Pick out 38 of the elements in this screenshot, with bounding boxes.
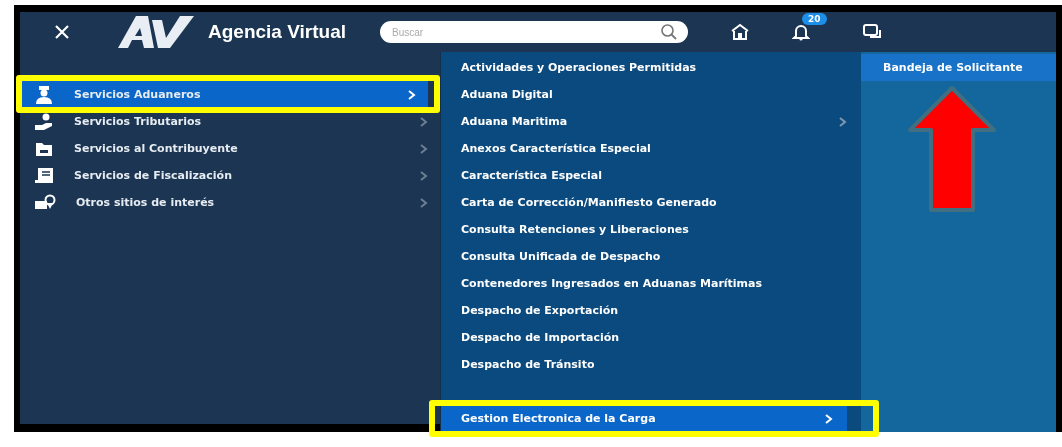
chevron-icon — [420, 143, 428, 154]
officer-icon — [34, 85, 54, 104]
submenu-item[interactable]: Aduana Maritima — [441, 108, 861, 135]
brand-title: Agencia Virtual — [208, 21, 346, 43]
submenu-item[interactable]: Consulta Unificada de Despacho — [441, 243, 861, 270]
close-icon[interactable] — [54, 24, 70, 40]
chevron-icon — [839, 116, 847, 127]
chevron-icon — [825, 413, 833, 424]
submenu-item[interactable]: Actividades y Operaciones Permitidas — [441, 54, 861, 81]
menu-item[interactable]: Servicios Tributarios — [20, 108, 440, 135]
submenu-item[interactable]: Consulta Retenciones y Liberaciones — [441, 216, 861, 243]
menu-item[interactable]: Otros sitios de interés — [20, 189, 440, 216]
chevron-icon — [420, 170, 428, 181]
chevron-icon — [408, 89, 416, 100]
submenu-item[interactable]: Bandeja de Solicitante — [861, 54, 1056, 81]
submenu-item[interactable]: Despacho de Tránsito — [441, 351, 861, 378]
logo-icon — [118, 16, 194, 48]
menu-item[interactable]: Servicios de Fiscalización — [20, 162, 440, 189]
menu-item[interactable]: Servicios al Contribuyente — [20, 135, 440, 162]
submenu-item[interactable]: Contenedores Ingresados en Aduanas Marítimas — [441, 270, 861, 297]
menu-item[interactable]: Servicios Aduaneros — [20, 81, 428, 108]
chat-icon[interactable] — [862, 23, 884, 41]
notification-badge: 20 — [802, 13, 827, 25]
search-field[interactable]: Buscar — [380, 21, 688, 43]
bell-icon[interactable] — [792, 23, 810, 41]
desk-icon — [34, 166, 54, 185]
chevron-icon — [420, 116, 428, 127]
submenu-item[interactable]: Carta de Corrección/Manifiesto Generado — [441, 189, 861, 216]
submenu-item[interactable]: Despacho de Importación — [441, 324, 861, 351]
home-icon[interactable] — [730, 23, 750, 41]
submenu-item[interactable]: Característica Especial — [441, 162, 861, 189]
submenu-item[interactable]: Despacho de Exportación — [441, 297, 861, 324]
submenu-item[interactable]: Aduana Digital — [441, 81, 861, 108]
chevron-icon — [420, 197, 428, 208]
submenu-item[interactable]: Anexos Característica Especial — [441, 135, 861, 162]
hand-icon — [34, 112, 54, 131]
truck-pin-icon — [34, 193, 56, 212]
search-icon — [660, 23, 678, 41]
